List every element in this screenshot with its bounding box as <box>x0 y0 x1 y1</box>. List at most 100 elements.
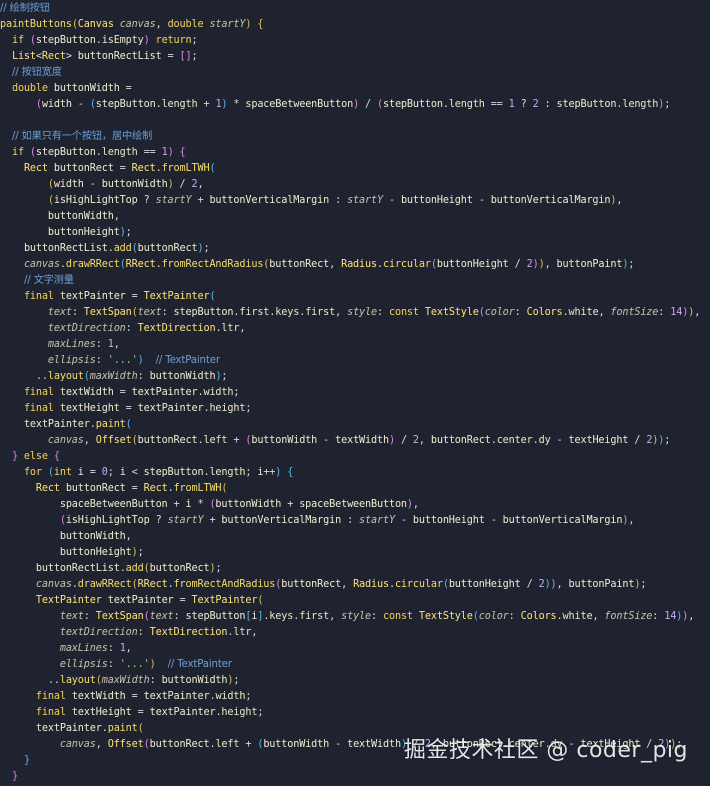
code-token: else <box>17 451 54 462</box>
code-token: : <box>377 307 389 318</box>
code-token: double <box>167 19 210 30</box>
code-token: : <box>514 307 527 318</box>
code-token: = <box>113 163 132 174</box>
code-token: canvas <box>119 19 156 30</box>
code-token: buttonWidth <box>53 83 120 94</box>
code-token: '...' <box>119 659 150 670</box>
code-line: (width - buttonWidth) / 2, <box>0 177 710 193</box>
code-line: // 绘制按钮 <box>0 1 710 17</box>
code-line: textDirection: TextDirection.ltr, <box>0 625 710 641</box>
code-area: // 绘制按钮 paintButtons(Canvas canvas, doubl… <box>0 1 710 785</box>
code-line: buttonWidth, <box>0 529 710 545</box>
code-token: , <box>556 579 569 590</box>
code-line: buttonRectList.add(buttonRect); <box>0 241 710 257</box>
code-token: length <box>209 467 246 478</box>
code-token: isEmpty <box>101 35 144 46</box>
code-editor[interactable]: // 绘制按钮 paintButtons(Canvas canvas, doubl… <box>0 0 710 786</box>
code-token: ; <box>664 435 671 446</box>
code-token: ; <box>245 691 252 702</box>
code-line: // 如果只有一个按钮，居中绘制 <box>0 129 710 145</box>
code-token: buttonVerticalMargin <box>209 195 330 206</box>
code-token: - <box>71 99 90 110</box>
code-token: TextStyle <box>424 307 479 318</box>
code-token: , <box>412 499 419 510</box>
code-token: buttonHeight <box>59 547 132 558</box>
code-token: drawRRect <box>77 579 132 590</box>
code-token: textPainter <box>137 403 204 414</box>
code-token: length <box>161 99 198 110</box>
code-token: color <box>478 611 509 622</box>
code-line: ..layout(maxWidth: buttonWidth); <box>0 369 710 385</box>
code-token: length <box>622 99 659 110</box>
code-token: ( <box>221 483 228 494</box>
code-line: TextPainter textPainter = TextPainter( <box>0 593 710 609</box>
code-token: first <box>305 307 336 318</box>
code-token: ( <box>137 723 144 734</box>
code-token: , <box>694 307 701 318</box>
code-token: maxLines <box>47 339 96 350</box>
code-token: .. <box>0 675 60 686</box>
code-token: TextSpan <box>95 611 144 622</box>
code-token: = <box>125 691 144 702</box>
code-token: // 绘制按钮 <box>0 3 50 14</box>
code-token: , <box>83 435 96 446</box>
code-token: ; <box>137 547 144 558</box>
code-token: - <box>382 195 401 206</box>
code-token: , <box>125 531 132 542</box>
code-token: buttonRect <box>65 483 126 494</box>
code-line: double buttonWidth = <box>0 81 710 97</box>
code-token: = <box>125 483 144 494</box>
code-line: final textHeight = textPainter.height; <box>0 705 710 721</box>
code-token: } <box>11 771 18 782</box>
code-token: ( <box>209 163 216 174</box>
code-line: Rect buttonRect = Rect.fromLTWH( <box>0 481 710 497</box>
code-token: : <box>329 195 348 206</box>
code-token: buttonHeight <box>412 515 485 526</box>
code-token: : <box>95 355 108 366</box>
code-token: buttonRect <box>149 739 210 750</box>
code-line: ..layout(maxWidth: buttonWidth); <box>0 673 710 689</box>
code-token: fromLTWH <box>161 163 210 174</box>
code-token: : <box>95 339 108 350</box>
code-token: : <box>652 611 665 622</box>
code-token: , <box>113 339 120 350</box>
code-token: ++ <box>263 467 276 478</box>
code-token: RRect <box>125 259 156 270</box>
code-token: ellipsis <box>47 355 96 366</box>
code-line: textDirection: TextDirection.ltr, <box>0 321 710 337</box>
code-token: buttonWidth <box>47 211 114 222</box>
code-line: // 按钮宽度 <box>0 65 710 81</box>
code-token: textWidth <box>347 739 401 750</box>
code-token: = <box>119 403 138 414</box>
code-token: - <box>394 515 413 526</box>
code-token: / <box>359 99 377 110</box>
code-token: , <box>341 579 354 590</box>
code-line: maxLines: 1, <box>0 641 710 657</box>
code-token: text <box>149 611 174 622</box>
code-token: : <box>107 643 120 654</box>
code-token: { <box>53 451 60 462</box>
code-token: : <box>149 675 162 686</box>
code-token: buttonRect <box>430 435 491 446</box>
code-token: width <box>53 179 84 190</box>
code-token: ( <box>209 291 216 302</box>
code-token: : <box>161 307 174 318</box>
code-token: - <box>83 179 102 190</box>
code-token: fromRectAndRadius <box>161 259 264 270</box>
code-token: , <box>616 195 623 206</box>
code-token: : <box>137 627 150 638</box>
code-token: ? <box>514 99 533 110</box>
code-token: textHeight <box>59 403 120 414</box>
code-token: buttonWidth <box>161 675 228 686</box>
code-token: - <box>317 435 336 446</box>
code-token: textPainter <box>59 291 126 302</box>
